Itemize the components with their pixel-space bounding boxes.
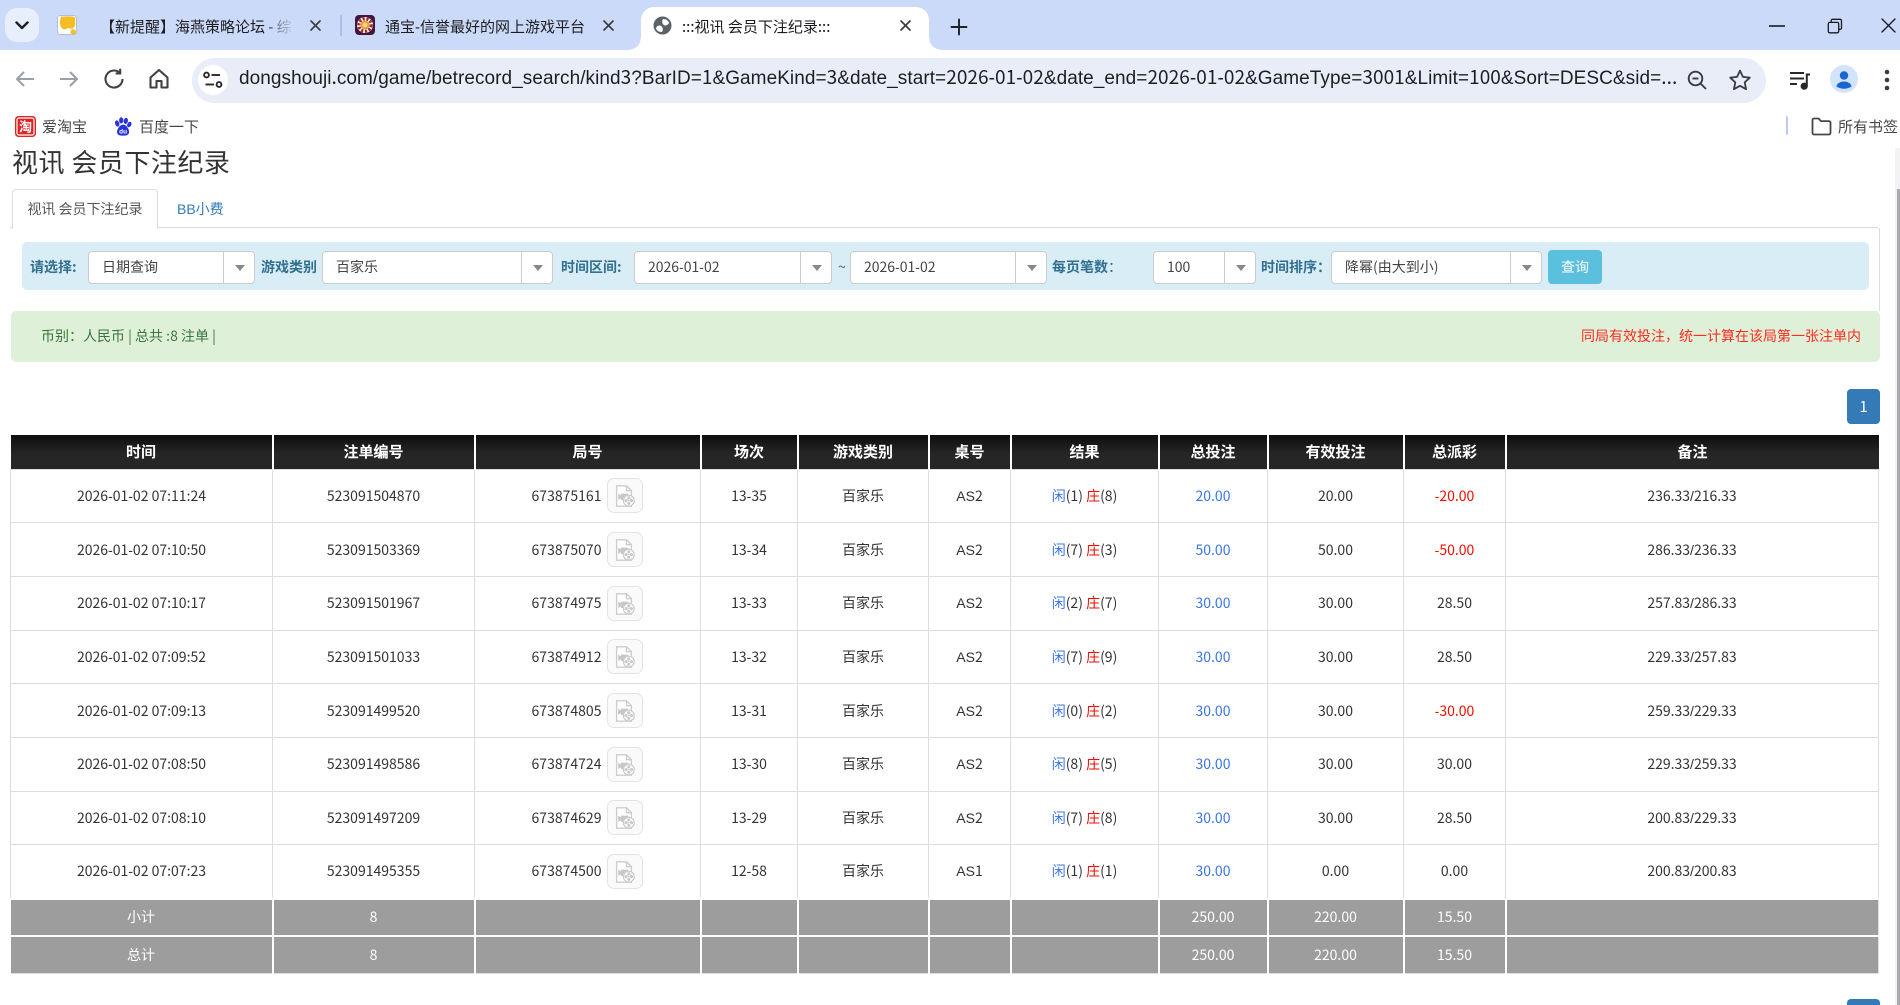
svg-text:du: du	[119, 129, 127, 136]
svg-text:淘: 淘	[19, 117, 32, 136]
